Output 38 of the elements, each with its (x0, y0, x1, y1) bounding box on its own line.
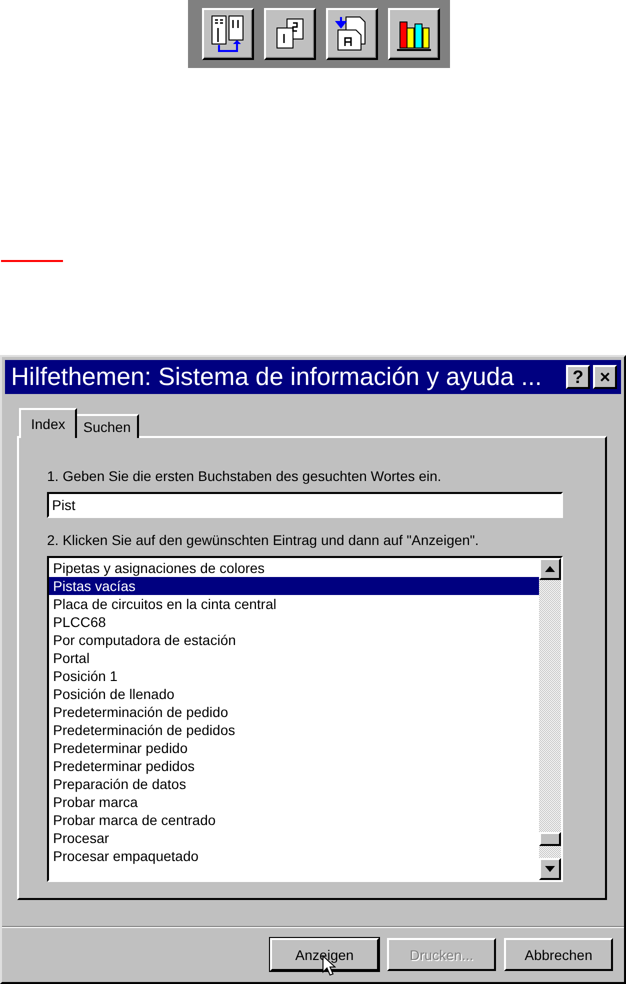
list-item[interactable]: Probar marca (49, 793, 539, 811)
tab[interactable]: Suchen (75, 414, 139, 438)
tab[interactable]: Index (19, 408, 78, 438)
scroll-up-button[interactable] (539, 558, 561, 580)
list-item[interactable]: Predeterminar pedido (49, 739, 539, 757)
down-arrow-icon (545, 866, 555, 872)
list-item[interactable]: Preparación de datos (49, 775, 539, 793)
instruction-text: 2. Klicken Sie auf den gewünschten Eintrag und dann auf "Anzeigen". (47, 532, 480, 548)
list-item[interactable]: Predeterminación de pedido (49, 703, 539, 721)
list-item[interactable]: Pistas vacías (49, 577, 539, 595)
help-button[interactable]: ? (566, 365, 590, 389)
up-arrow-icon (545, 566, 555, 572)
toolbar-button[interactable] (202, 8, 254, 60)
search-field[interactable]: Pist (47, 492, 563, 518)
list-item[interactable]: Procesar empaquetado (49, 847, 539, 865)
scroll-thumb[interactable] (539, 832, 561, 846)
scroll-down-button[interactable] (539, 858, 561, 880)
list-item[interactable]: Placa de circuitos en la cinta central (49, 595, 539, 613)
columns-icon (210, 14, 246, 54)
list-item[interactable]: Procesar (49, 829, 539, 847)
list-item[interactable]: Predeterminación de pedidos (49, 721, 539, 739)
dialog-button[interactable]: Anzeigen (270, 938, 379, 971)
list-item[interactable]: Posición 1 (49, 667, 539, 685)
instruction-text: 1. Geben Sie die ersten Buchstaben des gesuchten Wortes ein. (47, 468, 442, 484)
link-underline (1, 260, 63, 262)
dialog-button[interactable]: Abbrechen (504, 938, 613, 971)
list-item[interactable]: Posición de llenado (49, 685, 539, 703)
window-title: Hilfethemen: Sistema de información y ayuda ... (11, 362, 543, 392)
close-button[interactable]: × (593, 365, 617, 389)
toolbar-button[interactable] (388, 8, 440, 60)
list-item[interactable]: Pipetas y asignaciones de colores (49, 559, 539, 577)
toolbar-button[interactable] (326, 8, 378, 60)
list-item[interactable]: Predeterminar pedidos (49, 757, 539, 775)
toolbar-button[interactable] (264, 8, 316, 60)
list-item[interactable]: Probar marca de centrado (49, 811, 539, 829)
list-item[interactable]: Por computadora de estación (49, 631, 539, 649)
list-item[interactable]: PLCC68 (49, 613, 539, 631)
list-item[interactable]: Portal (49, 649, 539, 667)
